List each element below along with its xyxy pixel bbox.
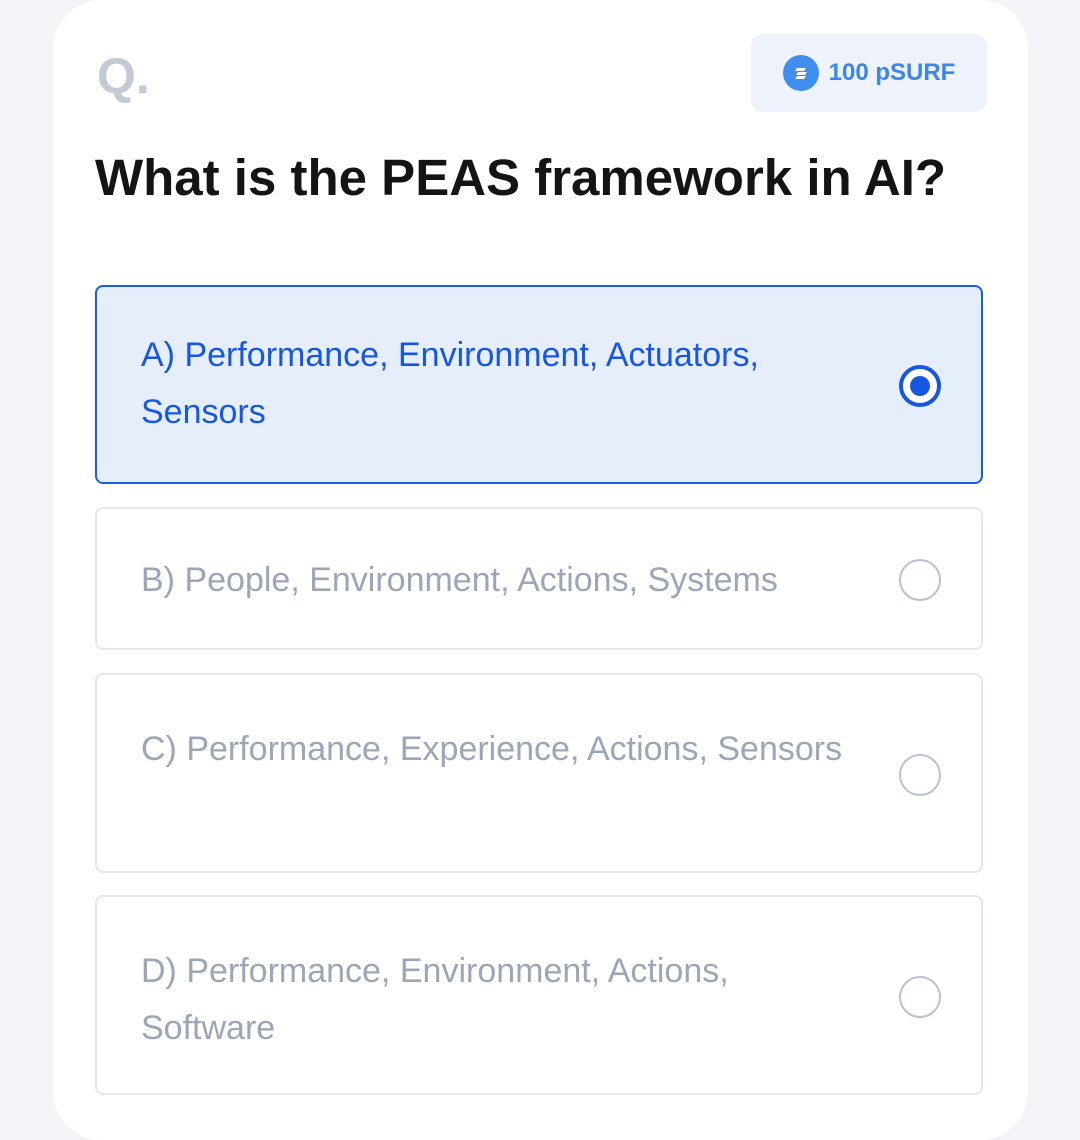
option-c-radio[interactable] [899,754,941,796]
option-d-label: D) Performance, Environment, Actions, So… [141,952,729,1047]
option-d[interactable]: D) Performance, Environment, Actions, So… [95,895,983,1095]
option-d-radio[interactable] [899,976,941,1018]
option-c-label: C) Performance, Experience, Actions, Sen… [141,730,843,768]
option-b[interactable]: B) People, Environment, Actions, Systems [95,507,983,650]
reward-amount: 100 pSURF [828,59,956,86]
coin-icon [782,55,819,91]
question-marker: Q. [97,48,150,104]
option-a-radio[interactable] [899,365,941,407]
option-a[interactable]: A) Performance, Environment, Actuators, … [95,285,983,484]
question-text: What is the PEAS framework in AI? [95,149,947,206]
option-a-label: A) Performance, Environment, Actuators, … [141,336,759,431]
option-b-radio[interactable] [899,559,941,601]
question-card: Q. 100 pSURF What is the PEAS framework … [53,0,1028,1140]
option-c[interactable]: C) Performance, Experience, Actions, Sen… [95,673,983,873]
reward-badge: 100 pSURF [751,34,987,112]
radio-selected-dot [910,376,930,396]
option-b-label: B) People, Environment, Actions, Systems [141,561,778,599]
